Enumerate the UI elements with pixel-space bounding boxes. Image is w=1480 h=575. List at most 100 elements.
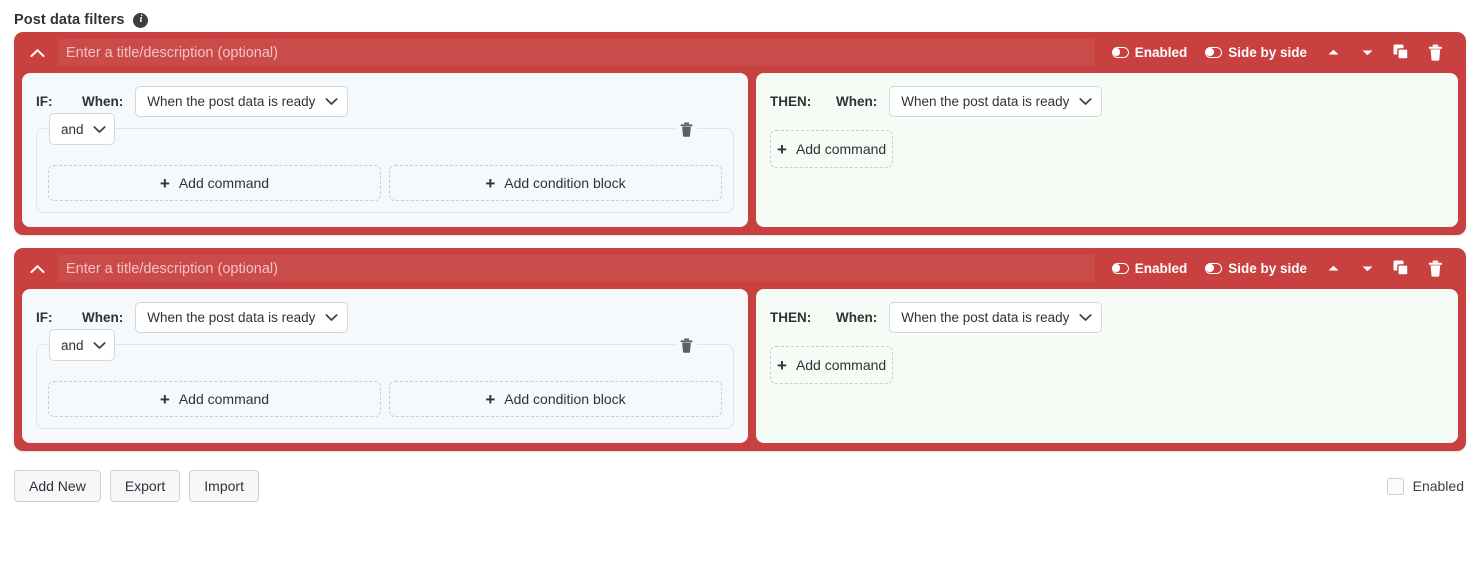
if-label: IF: — [36, 310, 53, 325]
add-command-label: Add command — [178, 391, 270, 407]
filter-card-tools: Enabled Side by side — [1103, 254, 1452, 284]
condition-operator-value: and — [61, 337, 84, 353]
filter-card-body: IF: When: When the post data is ready an… — [14, 289, 1466, 443]
add-condition-block-button[interactable]: + Add condition block — [389, 165, 722, 201]
then-label: THEN: — [770, 94, 812, 109]
filter-card-tools: Enabled Side by side — [1103, 38, 1452, 68]
delete-icon[interactable] — [1418, 38, 1452, 68]
condition-block-delete-icon[interactable] — [675, 118, 697, 140]
plus-icon: + — [485, 389, 496, 409]
toggle-enabled[interactable]: Enabled — [1103, 261, 1197, 276]
move-down-icon[interactable] — [1350, 38, 1384, 68]
plus-icon: + — [159, 389, 170, 409]
plus-icon: + — [485, 173, 496, 193]
plus-icon: + — [159, 173, 170, 193]
global-enabled-checkbox[interactable] — [1386, 477, 1404, 495]
move-down-icon[interactable] — [1350, 254, 1384, 284]
page-title: Post data filters — [14, 12, 125, 28]
add-new-button[interactable]: Add New — [14, 470, 101, 502]
filter-title-input[interactable] — [58, 39, 1095, 66]
then-actions: + Add command — [770, 130, 1444, 168]
if-when-label: When: — [82, 94, 124, 109]
chevron-down-icon — [92, 341, 106, 349]
global-enabled-label: Enabled — [1412, 478, 1464, 494]
if-when-select[interactable]: When the post data is ready — [135, 86, 349, 117]
condition-actions: + Add command + Add condition block — [48, 381, 722, 417]
if-when-select-value: When the post data is ready — [147, 94, 316, 109]
chevron-up-icon[interactable] — [24, 40, 50, 66]
then-add-command-button[interactable]: + Add command — [770, 130, 894, 168]
then-panel: THEN: When: When the post data is ready … — [756, 73, 1458, 227]
chevron-down-icon — [1079, 314, 1092, 321]
toggle-switch-icon — [1111, 263, 1129, 274]
export-button[interactable]: Export — [109, 470, 181, 502]
duplicate-icon[interactable] — [1384, 38, 1418, 68]
then-when-row: THEN: When: When the post data is ready — [770, 302, 1444, 333]
filter-card-body: IF: When: When the post data is ready an… — [14, 73, 1466, 227]
page-header: Post data filters i — [0, 0, 1480, 32]
filter-card-header: Enabled Side by side — [14, 248, 1466, 289]
toggle-side-by-side-label: Side by side — [1228, 45, 1307, 60]
filter-card: Enabled Side by side — [14, 248, 1466, 451]
then-when-select[interactable]: When the post data is ready — [889, 302, 1103, 333]
add-command-button[interactable]: + Add command — [48, 165, 381, 201]
add-condition-block-label: Add condition block — [504, 391, 626, 407]
toggle-enabled[interactable]: Enabled — [1103, 45, 1197, 60]
filter-title-input[interactable] — [58, 255, 1095, 282]
chevron-down-icon — [325, 98, 338, 105]
if-when-label: When: — [82, 310, 124, 325]
toggle-switch-icon — [1205, 47, 1223, 58]
then-when-row: THEN: When: When the post data is ready — [770, 86, 1444, 117]
then-when-label: When: — [836, 310, 878, 325]
condition-operator-value: and — [61, 121, 84, 137]
toggle-enabled-label: Enabled — [1134, 261, 1188, 276]
then-when-select-value: When the post data is ready — [901, 94, 1070, 109]
then-actions: + Add command — [770, 346, 1444, 384]
then-add-command-button[interactable]: + Add command — [770, 346, 894, 384]
plus-icon: + — [777, 139, 787, 159]
toggle-side-by-side[interactable]: Side by side — [1196, 261, 1316, 276]
then-when-select[interactable]: When the post data is ready — [889, 86, 1103, 117]
then-when-label: When: — [836, 94, 878, 109]
condition-block: and + Add command + Add condition block — [36, 113, 734, 213]
filter-card: Enabled Side by side — [14, 32, 1466, 235]
info-icon[interactable]: i — [133, 12, 149, 28]
toggle-side-by-side[interactable]: Side by side — [1196, 45, 1316, 60]
add-command-label: Add command — [178, 175, 270, 191]
import-button[interactable]: Import — [189, 470, 259, 502]
if-when-row: IF: When: When the post data is ready — [36, 302, 734, 333]
footer-bar: Add New Export Import Enabled — [0, 464, 1480, 502]
then-add-command-label: Add command — [795, 141, 887, 157]
condition-block-delete-icon[interactable] — [675, 334, 697, 356]
then-label: THEN: — [770, 310, 812, 325]
add-command-button[interactable]: + Add command — [48, 381, 381, 417]
move-up-icon[interactable] — [1316, 38, 1350, 68]
condition-operator-select[interactable]: and — [49, 329, 115, 361]
chevron-down-icon — [92, 125, 106, 133]
condition-actions: + Add command + Add condition block — [48, 165, 722, 201]
then-add-command-label: Add command — [795, 357, 887, 373]
if-when-select[interactable]: When the post data is ready — [135, 302, 349, 333]
filter-card-header: Enabled Side by side — [14, 32, 1466, 73]
then-panel: THEN: When: When the post data is ready … — [756, 289, 1458, 443]
toggle-switch-icon — [1205, 263, 1223, 274]
chevron-down-icon — [325, 314, 338, 321]
toggle-switch-icon — [1111, 47, 1129, 58]
delete-icon[interactable] — [1418, 254, 1452, 284]
chevron-up-icon[interactable] — [24, 256, 50, 282]
chevron-down-icon — [1079, 98, 1092, 105]
global-enabled-group: Enabled — [1386, 477, 1466, 495]
filters-list: Enabled Side by side — [0, 32, 1480, 451]
toggle-side-by-side-label: Side by side — [1228, 261, 1307, 276]
duplicate-icon[interactable] — [1384, 254, 1418, 284]
then-when-select-value: When the post data is ready — [901, 310, 1070, 325]
if-when-select-value: When the post data is ready — [147, 310, 316, 325]
if-panel: IF: When: When the post data is ready an… — [22, 73, 748, 227]
condition-operator-select[interactable]: and — [49, 113, 115, 145]
plus-icon: + — [777, 355, 787, 375]
add-condition-block-label: Add condition block — [504, 175, 626, 191]
toggle-enabled-label: Enabled — [1134, 45, 1188, 60]
if-when-row: IF: When: When the post data is ready — [36, 86, 734, 117]
add-condition-block-button[interactable]: + Add condition block — [389, 381, 722, 417]
move-up-icon[interactable] — [1316, 254, 1350, 284]
